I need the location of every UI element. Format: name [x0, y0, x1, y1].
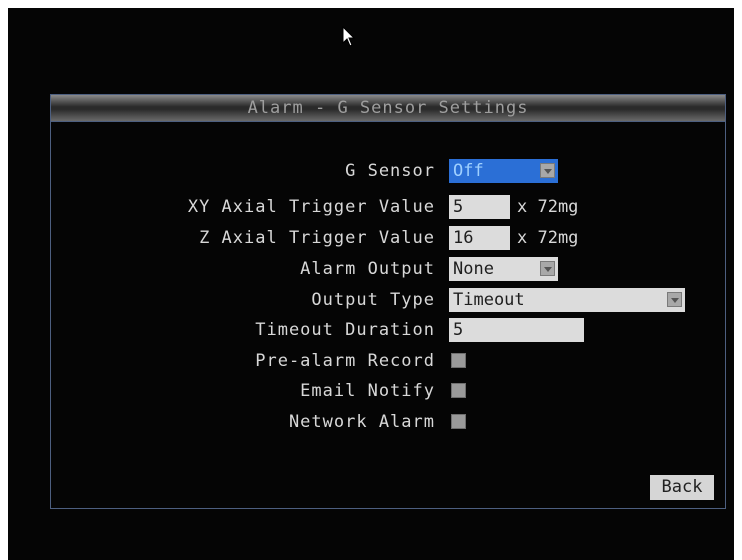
network-alarm-checkbox[interactable]: [451, 414, 466, 429]
z-trigger-row: Z Axial Trigger Value 16 x 72mg: [51, 225, 725, 251]
xy-trigger-row: XY Axial Trigger Value 5 x 72mg: [51, 194, 725, 220]
g-sensor-row: G Sensor Off: [51, 158, 725, 184]
output-type-row: Output Type Timeout: [51, 287, 725, 313]
z-trigger-value: 16: [453, 228, 474, 248]
output-type-value: Timeout: [453, 290, 525, 310]
chevron-down-icon[interactable]: [540, 163, 555, 178]
pre-alarm-record-label: Pre-alarm Record: [255, 351, 435, 371]
back-button[interactable]: Back: [650, 475, 714, 500]
g-sensor-dropdown[interactable]: Off: [449, 159, 558, 183]
g-sensor-value: Off: [453, 161, 484, 181]
alarm-output-row: Alarm Output None: [51, 256, 725, 282]
g-sensor-settings-dialog: Alarm - G Sensor Settings G Sensor Off X…: [50, 94, 726, 509]
z-trigger-label: Z Axial Trigger Value: [199, 228, 435, 248]
xy-trigger-label: XY Axial Trigger Value: [187, 197, 435, 217]
network-alarm-label: Network Alarm: [288, 412, 435, 432]
z-trigger-input[interactable]: 16: [449, 226, 510, 250]
alarm-output-value: None: [453, 259, 494, 279]
pre-alarm-record-checkbox[interactable]: [451, 353, 466, 368]
chevron-down-icon[interactable]: [667, 292, 682, 307]
timeout-duration-input[interactable]: 5: [449, 318, 584, 342]
email-notify-label: Email Notify: [300, 381, 435, 401]
dvr-screen: Alarm - G Sensor Settings G Sensor Off X…: [8, 8, 734, 560]
xy-trigger-value: 5: [453, 197, 464, 217]
network-alarm-row: Network Alarm: [51, 409, 725, 435]
output-type-dropdown[interactable]: Timeout: [449, 288, 685, 312]
alarm-output-dropdown[interactable]: None: [449, 257, 558, 281]
email-notify-row: Email Notify: [51, 378, 725, 404]
mouse-pointer-icon: [342, 26, 356, 47]
alarm-output-label: Alarm Output: [300, 259, 435, 279]
g-sensor-label: G Sensor: [345, 161, 435, 181]
pre-alarm-record-row: Pre-alarm Record: [51, 348, 725, 374]
chevron-down-icon[interactable]: [540, 261, 555, 276]
email-notify-checkbox[interactable]: [451, 383, 466, 398]
timeout-duration-label: Timeout Duration: [255, 320, 435, 340]
dialog-title: Alarm - G Sensor Settings: [51, 95, 725, 122]
z-trigger-unit: x 72mg: [517, 228, 579, 248]
timeout-duration-value: 5: [453, 320, 464, 340]
output-type-label: Output Type: [311, 290, 435, 310]
xy-trigger-unit: x 72mg: [517, 197, 579, 217]
xy-trigger-input[interactable]: 5: [449, 195, 510, 219]
timeout-duration-row: Timeout Duration 5: [51, 317, 725, 343]
